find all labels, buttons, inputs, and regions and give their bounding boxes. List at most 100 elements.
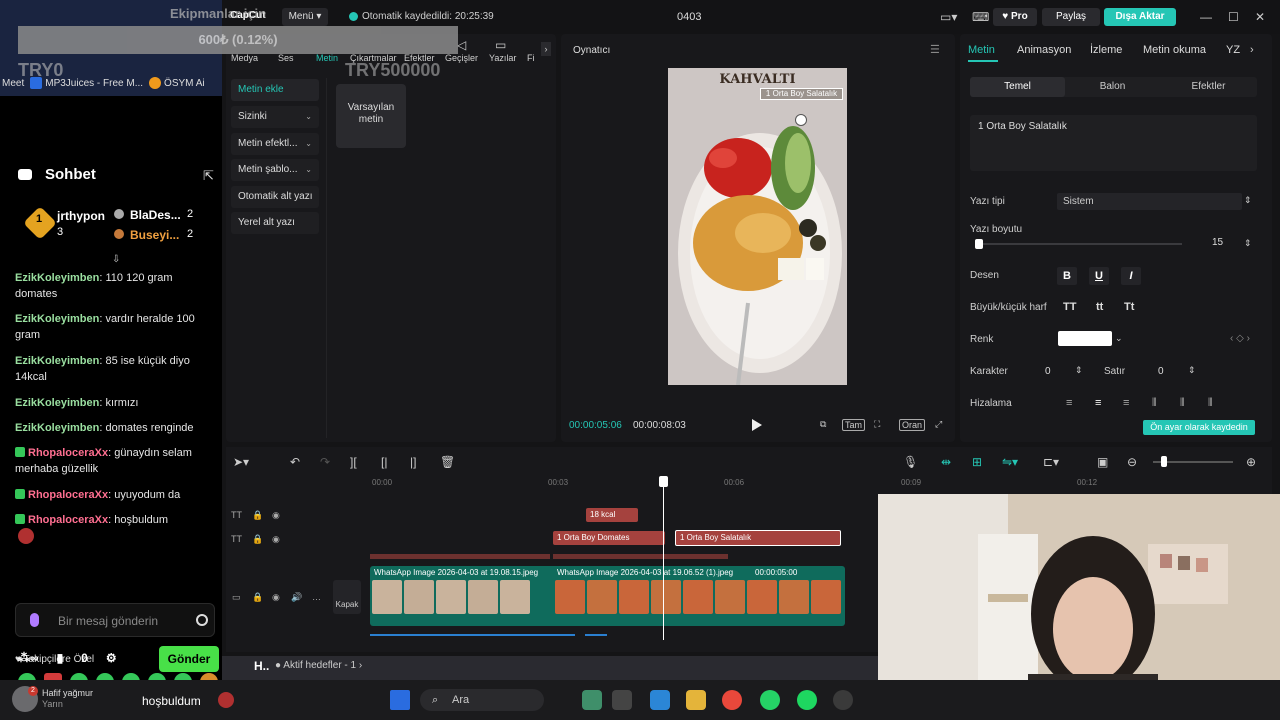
subtab-effects[interactable]: Efektler [1161,77,1256,97]
lock-icon[interactable]: 🔒 [252,534,263,545]
points-icon[interactable]: ⁂∞ [18,651,39,665]
delete-icon[interactable]: 🗑 [440,455,455,469]
align-vertical-top-icon[interactable]: ⫴ [1152,397,1157,410]
line-spacing-value[interactable]: 0 [1158,366,1164,377]
full-quality-button[interactable]: Tam [842,419,866,431]
fullscreen-icon[interactable]: ⤢ [935,419,942,430]
tab-text-to-speech[interactable]: Metin okuma [1143,44,1206,56]
save-preset-button[interactable]: Ön ayar olarak kaydedin [1143,420,1255,435]
trim-left-icon[interactable]: [| [381,455,387,469]
zoom-slider-handle[interactable] [1161,456,1167,467]
bold-button[interactable]: B [1057,267,1077,285]
main-track-magnet-icon[interactable]: ⇹ [941,455,951,469]
bookmark-osym[interactable]: ÖSYM Ai [149,77,205,89]
taskbar-search[interactable]: Ara [420,689,544,711]
ratio-button[interactable]: Oran [899,419,926,431]
font-select[interactable]: Sistem [1057,193,1242,210]
italic-button[interactable]: I [1121,267,1141,285]
more-icon[interactable]: … [312,592,321,602]
split-icon[interactable]: ][ [350,455,357,469]
font-size-value[interactable]: 15 [1200,237,1235,248]
align-vertical-bottom-icon[interactable]: ⫴ [1208,397,1213,410]
zoom-out-icon[interactable]: ⊖ [1127,455,1137,469]
redo-icon[interactable]: ↷ [320,455,330,469]
preview-axis-icon[interactable]: ⊏▾ [1043,455,1059,469]
cover-button[interactable]: Kapak [333,580,361,614]
text-clip[interactable] [370,554,550,559]
volume-icon[interactable]: 🔊 [291,592,302,603]
tabs-next-icon[interactable]: › [541,42,551,56]
close-icon[interactable]: ✕ [1255,10,1265,24]
side-item-local-captions[interactable]: Yerel alt yazı [231,212,319,234]
layout-icon[interactable]: ▭▾ [940,10,957,24]
share-button[interactable]: Paylaş [1042,8,1100,26]
emoji-icon[interactable] [196,614,208,626]
eye-icon[interactable]: ◉ [272,510,280,521]
tab-text-props[interactable]: Metin [968,44,995,56]
app-icon[interactable] [612,690,632,710]
underline-button[interactable]: U [1089,267,1109,285]
app-icon[interactable] [582,690,602,710]
stepper-icon[interactable]: ⇕ [1188,365,1196,376]
text-clip[interactable] [553,554,728,559]
lock-icon[interactable]: 🔒 [252,510,263,521]
chevron-down-icon[interactable]: ⌄ [1115,333,1123,344]
selected-text-overlay[interactable]: 1 Orta Boy Salatalık [760,88,843,100]
side-item-yours[interactable]: Sizinki ⌄ [231,106,319,128]
align-right-icon[interactable]: ≡ [1123,397,1129,409]
eye-icon[interactable]: ◉ [272,534,280,545]
text-clip-selected[interactable]: 1 Orta Boy Salatalık [675,530,841,546]
collapse-chevron-icon[interactable]: ⇩ [112,254,120,265]
slider-handle[interactable] [975,239,983,249]
video-preview[interactable] [668,68,847,385]
align-center-icon[interactable]: ≡ [1095,397,1101,409]
app-icon[interactable] [650,690,670,710]
side-item-auto-captions[interactable]: Otomatik alt yazı [231,186,319,208]
char-spacing-value[interactable]: 0 [1045,366,1051,377]
expand-icon[interactable]: ⇱ [203,168,214,184]
tab-text[interactable]: Metin [316,53,338,63]
stepper-icon[interactable]: ⇕ [1075,365,1083,376]
auto-snap-icon[interactable]: ⊞ [972,455,982,469]
stepper-icon[interactable]: ⇕ [1244,195,1252,206]
menu-icon[interactable]: ☰ [930,43,940,56]
send-button[interactable]: Gönder [159,646,219,672]
playhead-handle[interactable] [659,476,668,487]
side-item-text-effects[interactable]: Metin efektl... ⌄ [231,133,319,155]
caption-icon[interactable]: ▣ [1097,455,1108,469]
playhead[interactable] [663,476,664,640]
whatsapp-icon[interactable] [760,690,780,710]
select-tool-icon[interactable]: ➤▾ [233,455,249,469]
leaderboard-third-user[interactable]: Buseyi... [130,228,179,242]
tabs-next-icon[interactable]: › [1250,44,1254,56]
subtab-bubble[interactable]: Balon [1065,77,1160,97]
lock-icon[interactable]: 🔒 [252,592,263,603]
eye-icon[interactable]: ◉ [272,592,280,603]
windows-start-icon[interactable] [390,690,410,710]
weather-widget[interactable]: Hafif yağmur Yarın [42,688,93,710]
side-item-text-templates[interactable]: Metin şablo... ⌄ [231,159,319,181]
keyframe-icon[interactable]: ‹ ◇ › [1230,333,1250,344]
crop-icon[interactable]: ⧉ [820,419,826,430]
stepper-icon[interactable]: ⇕ [1244,238,1252,249]
color-swatch[interactable] [1058,331,1112,346]
chrome-icon[interactable] [722,690,742,710]
maximize-icon[interactable]: ☐ [1228,10,1239,24]
link-icon[interactable]: ⇋▾ [1002,455,1018,469]
text-clip[interactable]: 1 Orta Boy Domates [553,531,665,545]
leaderboard-second-user[interactable]: BlaDes... [130,208,181,222]
spotify-icon[interactable] [797,690,817,710]
side-item-add-text[interactable]: Metin ekle [231,79,319,101]
rotate-icon[interactable] [795,114,807,126]
tab-audio[interactable]: Ses [278,53,294,63]
tab-ai[interactable]: YZ [1226,44,1240,56]
undo-icon[interactable]: ↶ [290,455,300,469]
settings-gear-icon[interactable]: ⚙ [106,651,117,665]
subtab-basic[interactable]: Temel [970,77,1065,97]
tab-captions[interactable]: Yazılar [489,53,516,63]
tab-transitions[interactable]: Geçişler [445,53,478,63]
zoom-in-icon[interactable]: ⊕ [1246,455,1256,469]
trim-right-icon[interactable]: |] [410,455,416,469]
tab-tracking[interactable]: İzleme [1090,44,1122,56]
case-title-button[interactable]: Tt [1124,301,1134,313]
